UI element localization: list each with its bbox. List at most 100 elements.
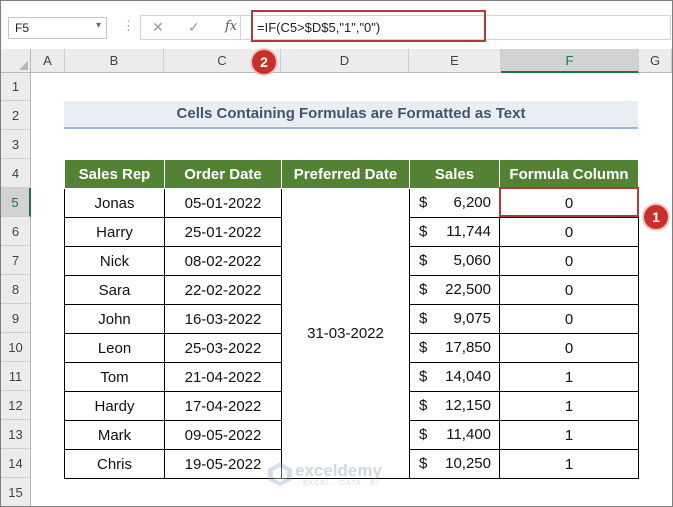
cell-sales[interactable]: $11,400 <box>409 420 500 450</box>
enter-icon[interactable]: ✓ <box>188 19 200 36</box>
column-header-a[interactable]: A <box>31 49 65 73</box>
cell-order-date[interactable]: 16-03-2022 <box>164 304 282 334</box>
cell-order-date[interactable]: 05-01-2022 <box>164 188 282 218</box>
currency-symbol: $ <box>419 281 428 298</box>
chevron-down-icon[interactable]: ▾ <box>96 20 101 31</box>
header-order-date[interactable]: Order Date <box>164 159 282 189</box>
row-header-9[interactable]: 9 <box>1 304 31 333</box>
column-header-b[interactable]: B <box>65 49 164 73</box>
cell-sales[interactable]: $14,040 <box>409 362 500 392</box>
cell-sales[interactable]: $6,200 <box>409 188 500 218</box>
cell-sales[interactable]: $9,075 <box>409 304 500 334</box>
row-header-2[interactable]: 2 <box>1 101 31 130</box>
column-header-e[interactable]: E <box>409 49 501 73</box>
cell-formula-result[interactable]: 0 <box>499 333 639 363</box>
sales-amount: 6,200 <box>453 194 491 211</box>
row-header-15[interactable]: 15 <box>1 478 31 506</box>
currency-symbol: $ <box>419 252 428 269</box>
cell-sales-rep[interactable]: Leon <box>64 333 165 363</box>
cell-order-date[interactable]: 19-05-2022 <box>164 449 282 479</box>
row-header-8[interactable]: 8 <box>1 275 31 304</box>
sales-amount: 17,850 <box>445 339 491 356</box>
cell-sales[interactable]: $17,850 <box>409 333 500 363</box>
cell-order-date[interactable]: 08-02-2022 <box>164 246 282 276</box>
cell-sales-rep[interactable]: John <box>64 304 165 334</box>
currency-symbol: $ <box>419 397 428 414</box>
row-header-12[interactable]: 12 <box>1 391 31 420</box>
cell-formula-result[interactable]: 0 <box>499 275 639 305</box>
row-header-10[interactable]: 10 <box>1 333 31 362</box>
header-preferred-date[interactable]: Preferred Date <box>281 159 410 189</box>
currency-symbol: $ <box>419 455 428 472</box>
cell-sales-rep[interactable]: Mark <box>64 420 165 450</box>
cell-sales-rep[interactable]: Jonas <box>64 188 165 218</box>
cell-formula-result[interactable]: 0 <box>499 217 639 247</box>
watermark-tagline: EXCEL · DATA · BI <box>303 480 379 487</box>
currency-symbol: $ <box>419 426 428 443</box>
row-header-4[interactable]: 4 <box>1 159 31 188</box>
watermark-logo: exceldemy EXCEL · DATA · BI <box>267 459 417 493</box>
cell-formula-result[interactable]: 0 <box>499 304 639 334</box>
sales-amount: 5,060 <box>453 252 491 269</box>
active-cell-highlight <box>499 187 639 217</box>
cell-sales-rep[interactable]: Sara <box>64 275 165 305</box>
cell-order-date[interactable]: 21-04-2022 <box>164 362 282 392</box>
formula-bar-buttons: ✕ ✓ fx <box>140 15 241 40</box>
cell-preferred-date[interactable]: 31-03-2022 <box>281 188 410 479</box>
cell-sales[interactable]: $10,250 <box>409 449 500 479</box>
cell-formula-result[interactable]: 1 <box>499 391 639 421</box>
insert-function-icon[interactable]: fx <box>225 19 237 34</box>
column-header-d[interactable]: D <box>281 49 409 73</box>
cell-formula-result[interactable]: 0 <box>499 246 639 276</box>
header-sales[interactable]: Sales <box>409 159 500 189</box>
currency-symbol: $ <box>419 310 428 327</box>
currency-symbol: $ <box>419 194 428 211</box>
cell-order-date[interactable]: 22-02-2022 <box>164 275 282 305</box>
select-all-corner[interactable] <box>1 49 31 73</box>
callout-badge-2: 2 <box>252 50 276 74</box>
cell-formula-result[interactable]: 1 <box>499 449 639 479</box>
cell-sales[interactable]: $12,150 <box>409 391 500 421</box>
callout-badge-1: 1 <box>644 205 668 229</box>
cell-sales-rep[interactable]: Harry <box>64 217 165 247</box>
sales-amount: 12,150 <box>445 397 491 414</box>
row-header-11[interactable]: 11 <box>1 362 31 391</box>
formula-highlight-box <box>251 10 486 42</box>
name-box[interactable]: F5 ▾ <box>8 17 107 39</box>
cell-formula-result[interactable]: 1 <box>499 362 639 392</box>
cell-sales[interactable]: $5,060 <box>409 246 500 276</box>
header-formula-column[interactable]: Formula Column <box>499 159 639 189</box>
cell-order-date[interactable]: 25-03-2022 <box>164 333 282 363</box>
header-sales-rep[interactable]: Sales Rep <box>64 159 165 189</box>
row-header-1[interactable]: 1 <box>1 73 31 101</box>
cell-order-date[interactable]: 09-05-2022 <box>164 420 282 450</box>
exceldemy-logo-icon <box>268 462 292 486</box>
column-header-g[interactable]: G <box>639 49 672 73</box>
sales-amount: 22,500 <box>445 281 491 298</box>
cell-sales-rep[interactable]: Tom <box>64 362 165 392</box>
cell-sales[interactable]: $22,500 <box>409 275 500 305</box>
cell-sales-rep[interactable]: Hardy <box>64 391 165 421</box>
formula-bar: F5 ▾ ⋮ ✕ ✓ fx =IF(C5>$D$5,"1","0") <box>1 1 672 49</box>
name-box-value: F5 <box>15 21 30 35</box>
row-header-5[interactable]: 5 <box>1 188 31 217</box>
row-header-14[interactable]: 14 <box>1 449 31 478</box>
cell-sales-rep[interactable]: Nick <box>64 246 165 276</box>
cell-order-date[interactable]: 17-04-2022 <box>164 391 282 421</box>
sales-amount: 10,250 <box>445 455 491 472</box>
sales-amount: 14,040 <box>445 368 491 385</box>
sheet-title: Cells Containing Formulas are Formatted … <box>64 101 638 129</box>
row-header-7[interactable]: 7 <box>1 246 31 275</box>
watermark-name: exceldemy <box>295 461 382 480</box>
cell-order-date[interactable]: 25-01-2022 <box>164 217 282 247</box>
column-header-f[interactable]: F <box>501 49 639 73</box>
cell-sales-rep[interactable]: Chris <box>64 449 165 479</box>
drag-handle-icon[interactable]: ⋮ <box>122 18 135 34</box>
cell-sales[interactable]: $11,744 <box>409 217 500 247</box>
cell-formula-result[interactable]: 1 <box>499 420 639 450</box>
cancel-icon[interactable]: ✕ <box>152 19 164 36</box>
sales-amount: 11,744 <box>446 223 491 240</box>
row-header-6[interactable]: 6 <box>1 217 31 246</box>
row-header-3[interactable]: 3 <box>1 130 31 159</box>
row-header-13[interactable]: 13 <box>1 420 31 449</box>
